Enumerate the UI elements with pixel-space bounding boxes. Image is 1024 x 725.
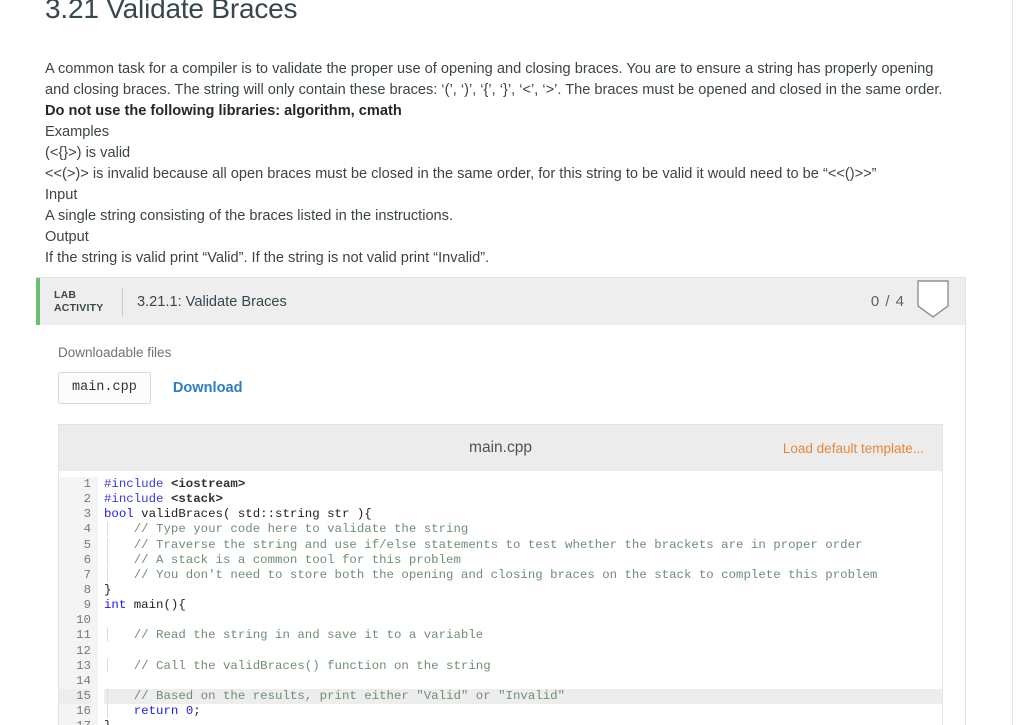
line-number: 14 — [76, 673, 91, 688]
line-number: 10 — [76, 613, 91, 628]
line-number: 9 — [83, 598, 91, 613]
output-description: If the string is valid print “Valid”. If… — [45, 250, 490, 266]
line-number: 11 — [76, 628, 91, 643]
line-number: 4 — [83, 522, 91, 537]
examples-heading: Examples — [45, 124, 110, 140]
code-editor[interactable]: main.cpp Load default template... 123456… — [58, 424, 943, 725]
page-root: 3.21 Validate Braces A common task for a… — [0, 0, 1024, 725]
line-number: 3 — [83, 507, 91, 522]
line-number: 7 — [83, 567, 91, 582]
code-line[interactable]: │ // A stack is a common tool for this p… — [104, 553, 942, 568]
download-link[interactable]: Download — [173, 380, 243, 396]
description-bold-note: Do not use the following libraries: algo… — [45, 103, 402, 119]
code-line[interactable]: │ // You don't need to store both the op… — [104, 568, 942, 583]
lab-badge-line2: ACTIVITY — [54, 301, 104, 314]
code-line[interactable]: } — [104, 719, 942, 725]
lab-badge-line1: LAB — [54, 289, 77, 301]
header-divider — [122, 287, 123, 316]
code-line[interactable] — [104, 674, 942, 689]
code-editor-header: main.cpp Load default template... — [59, 425, 942, 471]
example-invalid: <<(>)> is invalid because all open brace… — [45, 166, 877, 182]
line-number: 6 — [83, 552, 91, 567]
code-line[interactable]: #include <stack> — [104, 492, 942, 507]
lab-activity-body: Downloadable files main.cpp Download mai… — [36, 325, 965, 725]
code-line[interactable]: #include <iostream> — [104, 477, 942, 492]
code-line[interactable]: │ // Call the validBraces() function on … — [104, 659, 942, 674]
code-area[interactable]: 1234567891011121314151617 #include <iost… — [59, 471, 942, 725]
file-chip-main-cpp[interactable]: main.cpp — [58, 372, 151, 404]
example-valid: (<{}>) is valid — [45, 145, 131, 161]
lab-activity-badge: LAB ACTIVITY — [40, 289, 122, 314]
line-number: 12 — [76, 643, 91, 658]
line-number: 5 — [83, 537, 91, 552]
line-number: 2 — [83, 492, 91, 507]
input-heading: Input — [45, 187, 78, 203]
description-paragraph: A common task for a compiler is to valid… — [45, 59, 960, 122]
code-line[interactable]: │ return 0; — [104, 704, 942, 719]
code-lines[interactable]: #include <iostream> #include <stack> bool … — [98, 477, 942, 725]
code-line[interactable]: bool validBraces( std::string str ){ — [104, 507, 942, 522]
lab-activity-header: LAB ACTIVITY 3.21.1: Validate Braces 0 /… — [36, 278, 965, 325]
code-line[interactable]: } — [104, 583, 942, 598]
downloadable-files-label: Downloadable files — [58, 345, 172, 360]
page-title: 3.21 Validate Braces — [45, 0, 298, 24]
description-text: A common task for a compiler is to valid… — [45, 61, 943, 98]
score-value: 0 / 4 — [870, 293, 905, 310]
input-description: A single string consisting of the braces… — [45, 208, 454, 224]
code-line[interactable]: │ // Based on the results, print either … — [104, 688, 942, 705]
line-number: 17 — [59, 719, 91, 725]
problem-description: A common task for a compiler is to valid… — [45, 59, 960, 269]
line-number: 15 — [59, 688, 91, 705]
line-number-gutter: 1234567891011121314151617 — [59, 477, 98, 725]
downloadable-files-row: main.cpp Download — [58, 372, 943, 424]
output-heading: Output — [45, 229, 89, 245]
code-line[interactable]: │ // Traverse the string and use if/else… — [104, 538, 942, 553]
load-default-template-link[interactable]: Load default template... — [783, 441, 924, 456]
lab-activity-card: LAB ACTIVITY 3.21.1: Validate Braces 0 /… — [36, 277, 966, 725]
code-line[interactable]: int main(){ — [104, 598, 942, 613]
code-line[interactable] — [104, 613, 942, 628]
lab-activity-title: 3.21.1: Validate Braces — [137, 293, 287, 310]
code-line[interactable]: │ // Type your code here to validate the… — [104, 522, 942, 537]
code-line[interactable] — [104, 644, 942, 659]
page-scrollbar[interactable] — [1012, 0, 1024, 725]
code-line[interactable]: │ // Read the string in and save it to a… — [104, 628, 942, 643]
score-shield-icon — [917, 279, 949, 318]
line-number: 1 — [83, 477, 91, 491]
line-number: 16 — [76, 704, 91, 719]
line-number: 13 — [76, 658, 91, 673]
content-column: 3.21 Validate Braces A common task for a… — [45, 0, 970, 269]
line-number: 8 — [83, 582, 91, 597]
